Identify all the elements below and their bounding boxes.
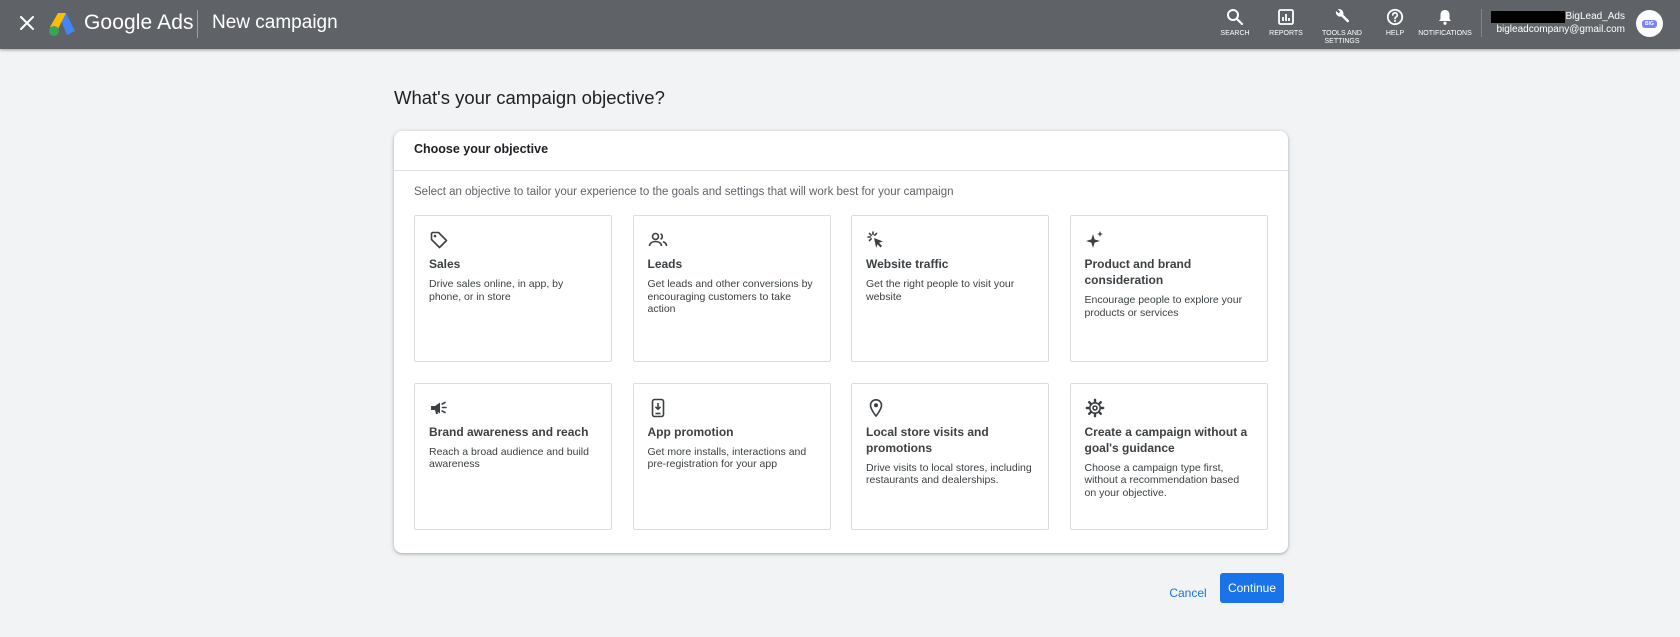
objective-title: Website traffic — [866, 257, 949, 271]
objective-title: Local store visits and promotions — [866, 424, 989, 455]
campaign-objective-heading: What's your campaign objective? — [394, 87, 665, 108]
objective-tile-brand-awareness[interactable]: Brand awareness and reach Reach a broad … — [414, 382, 612, 530]
title-divider — [197, 10, 198, 38]
google-ads-logo[interactable] — [48, 11, 76, 37]
objective-tile-sales[interactable]: Sales Drive sales online, in app, by pho… — [414, 215, 612, 362]
objective-description: Choose a campaign type first, without a … — [1084, 461, 1240, 499]
help-icon — [1386, 8, 1404, 26]
objective-title: Create a campaign without a goal's guida… — [1084, 424, 1248, 455]
cancel-button[interactable]: Cancel — [1163, 578, 1213, 608]
help-label: HELP — [1385, 30, 1405, 37]
bell-icon — [1439, 10, 1451, 25]
objective-title: Brand awareness and reach — [429, 424, 589, 439]
objective-grid: Sales Drive sales online, in app, by pho… — [414, 215, 1268, 530]
reports-icon — [1278, 9, 1294, 25]
objective-tile-local-store-visits[interactable]: Local store visits and promotions Drive … — [851, 382, 1049, 530]
tools-and-settings-label: TOOLS AND SETTINGS — [1322, 30, 1362, 45]
search-button[interactable]: SEARCH — [1220, 8, 1250, 38]
reports-button[interactable]: REPORTS — [1268, 8, 1304, 38]
objective-description: Get more installs, interactions and pre-… — [647, 445, 807, 471]
objective-tile-product-brand-consideration[interactable]: Product and brand consideration Encourag… — [1069, 215, 1268, 362]
objective-title: App promotion — [647, 424, 734, 439]
redacted-block — [1490, 10, 1565, 23]
search-label: SEARCH — [1220, 30, 1250, 37]
notifications-button[interactable]: NOTIFICATIONS — [1418, 8, 1472, 38]
help-button[interactable]: HELP — [1385, 8, 1405, 38]
objective-description: Get leads and other conversions by encou… — [647, 278, 813, 315]
objective-title: Leads — [647, 257, 683, 271]
objective-tile-no-goal-guidance[interactable]: Create a campaign without a goal's guida… — [1069, 382, 1268, 530]
account-divider — [1481, 9, 1482, 37]
phone-download-icon — [648, 398, 668, 418]
search-icon — [1227, 9, 1244, 26]
top-app-bar: Google Ads New campaign SEARCH REPORTS T… — [0, 0, 1680, 49]
objective-description: Reach a broad audience and build awarene… — [429, 445, 589, 471]
close-icon[interactable] — [16, 12, 38, 34]
avatar-badge: BIG — [1642, 19, 1657, 28]
tag-icon — [429, 230, 449, 250]
objective-tile-website-traffic[interactable]: Website traffic Get the right people to … — [851, 215, 1049, 362]
card-title: Choose your objective — [394, 131, 1288, 171]
account-name: BigLead_Ads — [1565, 11, 1626, 22]
gear-icon — [1085, 398, 1105, 418]
notifications-label: NOTIFICATIONS — [1418, 30, 1472, 37]
page-title: New campaign — [212, 12, 338, 33]
tools-and-settings-button[interactable]: TOOLS AND SETTINGS — [1318, 8, 1366, 46]
objective-tile-leads[interactable]: Leads Get leads and other conversions by… — [632, 215, 831, 362]
continue-button[interactable]: Continue — [1220, 573, 1284, 603]
objective-description: Get the right people to visit your websi… — [866, 278, 1015, 303]
wrench-icon — [1335, 9, 1350, 23]
account-email: bigleadcompany@gmail.com — [1496, 24, 1625, 35]
card-subtitle: Select an objective to tailor your exper… — [414, 186, 954, 198]
reports-label: REPORTS — [1269, 30, 1303, 37]
objective-description: Encourage people to explore your product… — [1084, 294, 1243, 319]
megaphone-icon — [429, 398, 449, 418]
objective-card: Choose your objective Select an objectiv… — [394, 131, 1288, 553]
cursor-click-icon — [866, 230, 886, 250]
account-switcher[interactable]: BigLead_Ads bigleadcompany@gmail.com — [1490, 10, 1626, 36]
sparkle-icon — [1085, 230, 1105, 250]
objective-description: Drive sales online, in app, by phone, or… — [429, 278, 564, 303]
objective-tile-app-promotion[interactable]: App promotion Get more installs, interac… — [632, 382, 831, 530]
avatar[interactable]: BIG — [1636, 10, 1663, 37]
objective-title: Sales — [429, 257, 461, 271]
location-pin-icon — [866, 398, 886, 418]
people-icon — [648, 230, 668, 250]
objective-description: Drive visits to local stores, including … — [866, 461, 1032, 487]
product-name[interactable]: Google Ads — [84, 11, 194, 35]
objective-title: Product and brand consideration — [1084, 257, 1192, 287]
